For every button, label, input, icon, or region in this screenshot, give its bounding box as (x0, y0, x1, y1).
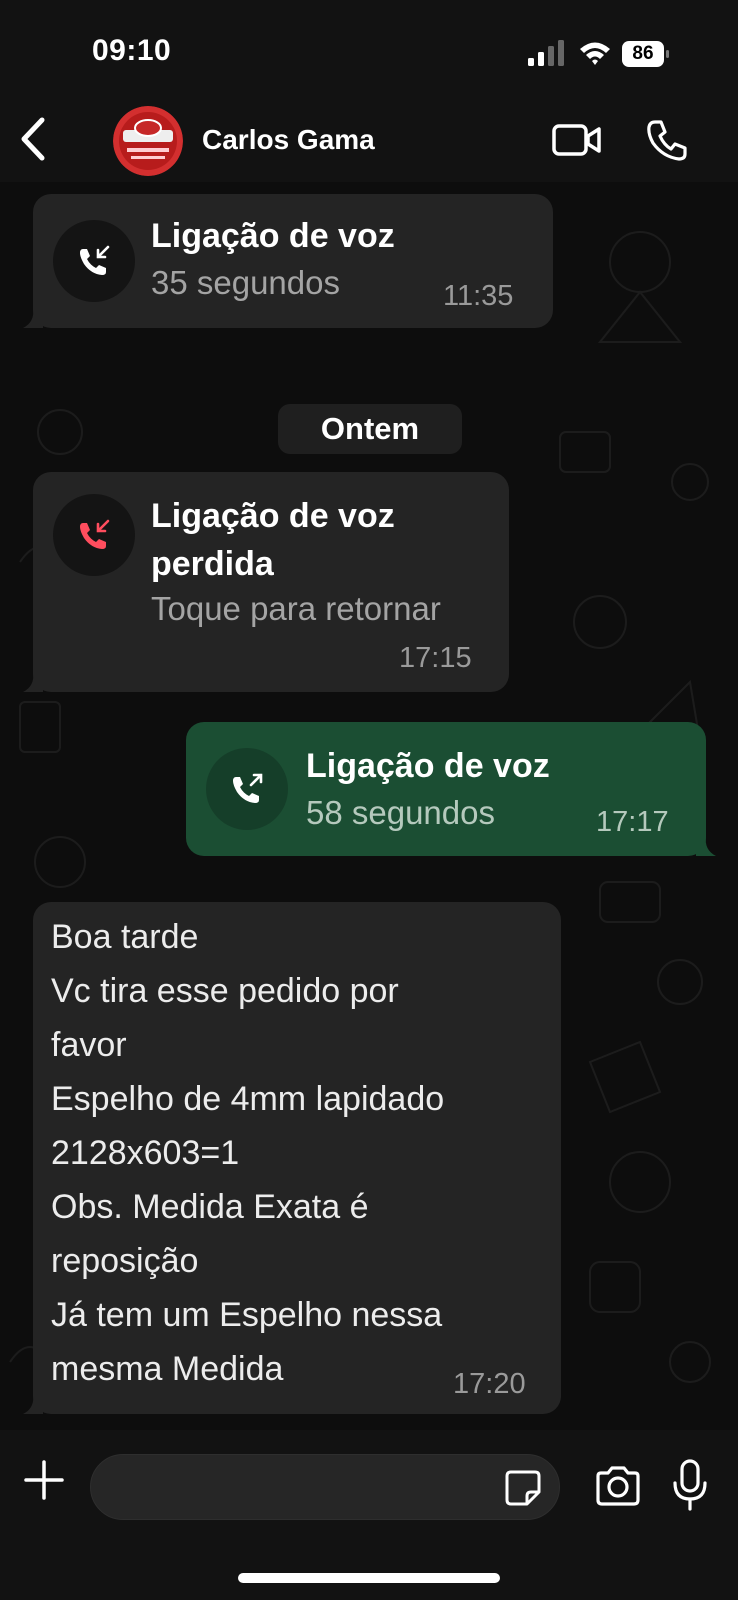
message-time: 17:15 (399, 642, 472, 674)
message-text-line: Já tem um Espelho nessa (51, 1296, 443, 1334)
call-icon-circle (53, 494, 135, 576)
wifi-icon (580, 42, 610, 65)
message-text-line: Boa tarde (51, 918, 199, 956)
message-text-line: reposição (51, 1242, 199, 1280)
chevron-left-icon[interactable] (16, 114, 50, 164)
call-duration: 58 segundos (306, 794, 495, 831)
home-indicator (238, 1573, 500, 1583)
call-icon-circle (206, 748, 288, 830)
camera-icon[interactable] (594, 1464, 642, 1508)
contact-name[interactable]: Carlos Gama (202, 124, 375, 156)
message-text-line: mesma Medida (51, 1350, 284, 1388)
date-separator: Ontem (278, 404, 462, 454)
message-time: 11:35 (443, 280, 514, 312)
call-title: Ligação de voz (151, 217, 395, 255)
missed-call-icon (80, 519, 110, 549)
text-message[interactable]: Boa tarde Vc tira esse pedido por favor … (23, 902, 561, 1414)
message-time: 17:20 (453, 1368, 526, 1400)
bubble-tail (696, 836, 716, 856)
avatar[interactable] (113, 106, 183, 176)
bubble-tail (23, 1394, 43, 1414)
microphone-icon[interactable] (672, 1458, 708, 1512)
battery-percentage: 86 (632, 43, 654, 64)
cellular-signal-icon (528, 40, 564, 66)
message-text-line: Espelho de 4mm lapidado (51, 1080, 445, 1118)
video-camera-icon[interactable] (552, 120, 602, 160)
sticker-icon[interactable] (503, 1468, 543, 1508)
message-text-line: Obs. Medida Exata é (51, 1188, 369, 1226)
call-title: Ligação de voz (306, 747, 550, 785)
message-text-line: Vc tira esse pedido por (51, 972, 399, 1010)
call-duration: 35 segundos (151, 264, 340, 301)
call-icon-circle (53, 220, 135, 302)
call-title-line-1: Ligação de voz (151, 497, 395, 535)
call-subtitle: Toque para retornar (151, 590, 441, 627)
outgoing-call-icon (233, 773, 263, 803)
status-bar: 09:10 86 (0, 0, 738, 100)
message-text-line: favor (51, 1026, 127, 1064)
phone-icon[interactable] (645, 118, 689, 162)
message-text-line: 2128x603=1 (51, 1134, 240, 1172)
missed-call-message[interactable]: Ligação de voz perdida Toque para retorn… (23, 472, 509, 692)
chat-header: Carlos Gama (0, 100, 738, 182)
incoming-call-icon (80, 245, 110, 275)
bubble-tail (23, 308, 43, 328)
call-title-line-2: perdida (151, 545, 274, 583)
call-message[interactable]: Ligação de voz 35 segundos 11:35 (23, 194, 553, 328)
composer-bar (0, 1430, 738, 1600)
plus-icon[interactable] (22, 1458, 66, 1502)
message-time: 17:17 (596, 806, 669, 838)
battery-indicator: 86 (622, 41, 670, 67)
bubble-tail (23, 672, 43, 692)
chat-area[interactable]: Ligação de voz 35 segundos 11:35 Ontem L… (0, 182, 738, 1430)
outgoing-call-message[interactable]: Ligação de voz 58 segundos 17:17 (186, 722, 716, 856)
status-time: 09:10 (92, 34, 172, 67)
message-input[interactable] (90, 1454, 560, 1520)
